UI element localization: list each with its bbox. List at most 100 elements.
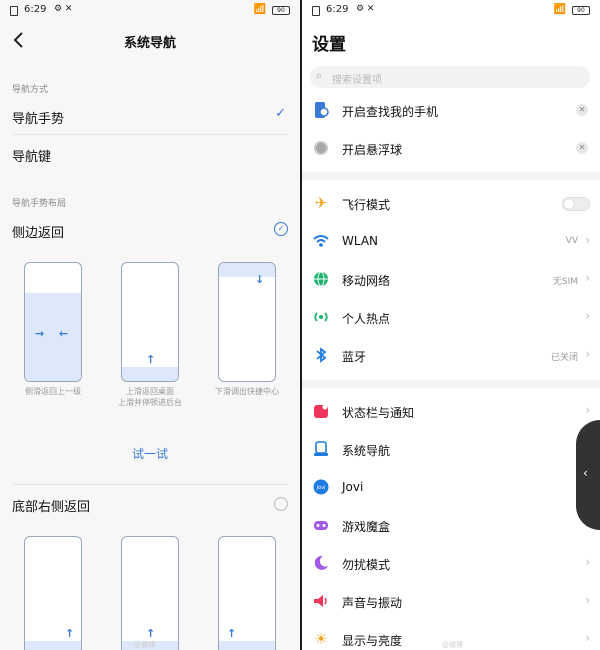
search-input[interactable]: ⌕ 搜索设置项 xyxy=(310,66,590,88)
section-navigation-mode: 导航方式 xyxy=(12,85,49,95)
row-value: 已关闭 xyxy=(550,353,578,363)
page-title: 设置 xyxy=(312,35,346,55)
try-it-button[interactable]: 试一试 xyxy=(0,445,300,462)
arrow-up-icon: ↑ xyxy=(146,627,156,640)
arrow-right-icon: → xyxy=(35,327,45,340)
status-time: 6:29 xyxy=(326,4,349,15)
bluetooth-icon xyxy=(312,346,330,364)
find-phone-icon xyxy=(312,101,330,119)
caption-up: 上滑返回桌面 上滑并停顿进后台 xyxy=(118,387,182,407)
phone-diagram-up: ↑ xyxy=(121,262,179,382)
search-icon: ⌕ xyxy=(316,69,323,82)
caption-side-back: 侧滑返回上一级 xyxy=(25,387,81,396)
row-label: 个人热点 xyxy=(342,312,391,326)
phone-diagram-down: ↓ xyxy=(218,262,276,382)
wifi-status-icon: 📶 xyxy=(553,4,566,15)
search-placeholder: 搜索设置项 xyxy=(332,75,382,86)
divider xyxy=(12,484,288,485)
statusbar-icon xyxy=(312,402,330,420)
row-label: 勿扰模式 xyxy=(342,558,391,572)
divider xyxy=(12,134,288,135)
dismiss-icon[interactable]: ✕ xyxy=(576,142,588,154)
watermark: @微博 xyxy=(134,641,155,649)
suggestion-find-phone[interactable]: 开启查找我的手机 ✕ xyxy=(302,95,600,127)
row-system-navigation[interactable]: 系统导航 › xyxy=(302,434,600,466)
row-label: 移动网络 xyxy=(342,274,391,288)
row-label: Jovi xyxy=(342,480,364,494)
row-bluetooth[interactable]: 蓝牙 已关闭 › xyxy=(302,340,600,372)
chevron-left-icon: ‹ xyxy=(583,466,588,480)
layout-bottom-right-back[interactable]: 底部右侧返回 xyxy=(12,496,90,515)
phone-diagram-bottom-3: ↑ xyxy=(218,536,276,650)
chevron-right-icon: › xyxy=(585,593,590,607)
arrow-left-icon: ← xyxy=(59,327,69,340)
row-label: WLAN xyxy=(342,234,379,248)
airplane-toggle[interactable] xyxy=(562,197,590,211)
header: 系统导航 xyxy=(0,30,300,52)
battery-icon: 90 xyxy=(572,6,590,15)
suggestion-label: 开启查找我的手机 xyxy=(342,105,439,119)
watermark: @微博 xyxy=(442,641,463,649)
row-label: 系统导航 xyxy=(342,444,391,458)
battery-icon: 90 xyxy=(272,6,290,15)
wifi-icon xyxy=(312,232,330,250)
arrow-up-icon: ↑ xyxy=(65,627,75,640)
row-statusbar-notifications[interactable]: 状态栏与通知 › xyxy=(302,396,600,428)
chevron-right-icon: › xyxy=(585,555,590,569)
section-separator xyxy=(302,172,600,180)
airplane-icon: ✈ xyxy=(314,194,328,212)
row-hotspot[interactable]: 个人热点 › xyxy=(302,302,600,334)
edge-back-handle[interactable]: ‹ xyxy=(576,420,600,530)
arrow-down-icon: ↓ xyxy=(255,273,265,286)
section-gesture-layout: 导航手势布局 xyxy=(12,199,67,209)
arrow-up-icon: ↑ xyxy=(227,627,237,640)
chevron-right-icon: › xyxy=(585,309,590,323)
check-icon: ✓ xyxy=(275,106,286,121)
layout-side-back[interactable]: 侧边返回 xyxy=(12,222,64,241)
phone-diagram-side: → ← xyxy=(24,262,82,382)
brightness-icon: ☀ xyxy=(314,630,328,648)
svg-text:Jovi: Jovi xyxy=(316,485,326,491)
game-box-icon xyxy=(312,516,330,534)
chevron-right-icon: › xyxy=(585,271,590,285)
row-game-box[interactable]: 游戏魔盒 › xyxy=(302,510,600,542)
row-airplane-mode[interactable]: ✈ 飞行模式 xyxy=(302,188,600,220)
status-bar: 6:29 ⚙ ✕ 📶 90 xyxy=(10,4,290,18)
tools-icon: ⚙ ✕ xyxy=(54,4,73,14)
chevron-right-icon: › xyxy=(585,347,590,361)
row-value: 无SIM xyxy=(552,277,578,287)
section-separator xyxy=(302,380,600,388)
page-title: 系统导航 xyxy=(123,36,176,51)
suggestion-label: 开启悬浮球 xyxy=(342,143,403,157)
row-label: 声音与振动 xyxy=(342,596,403,610)
sim-icon xyxy=(312,6,320,16)
option-gesture[interactable]: 导航手势 xyxy=(12,108,64,127)
phone-diagram-bottom-1: ↑ xyxy=(24,536,82,650)
tools-icon: ⚙ ✕ xyxy=(356,4,375,14)
phone-diagram-bottom-2: ↑ xyxy=(121,536,179,650)
radio-unchecked-icon[interactable] xyxy=(274,497,288,511)
moon-icon xyxy=(312,554,330,572)
suggestion-float-ball[interactable]: 开启悬浮球 ✕ xyxy=(302,133,600,165)
row-label: 游戏魔盒 xyxy=(342,520,391,534)
sim-icon xyxy=(10,6,18,16)
option-nav-keys[interactable]: 导航键 xyxy=(12,146,51,165)
row-mobile-network[interactable]: 移动网络 无SIM › xyxy=(302,264,600,296)
row-label: 显示与亮度 xyxy=(342,634,403,648)
row-label: 飞行模式 xyxy=(342,198,391,212)
wifi-status-icon: 📶 xyxy=(253,4,266,15)
row-sound-vibration[interactable]: 声音与振动 › xyxy=(302,586,600,618)
dismiss-icon[interactable]: ✕ xyxy=(576,104,588,116)
status-time: 6:29 xyxy=(24,4,47,15)
system-navigation-panel: 6:29 ⚙ ✕ 📶 90 系统导航 导航方式 导航手势 ✓ 导航键 导航手势布… xyxy=(0,0,300,650)
row-wlan[interactable]: WLAN VV › xyxy=(302,226,600,258)
navigation-icon xyxy=(312,440,330,458)
radio-checked-icon[interactable]: ✓ xyxy=(274,222,288,236)
float-ball-icon xyxy=(312,139,330,157)
row-do-not-disturb[interactable]: 勿扰模式 › xyxy=(302,548,600,580)
chevron-right-icon: › xyxy=(585,631,590,645)
jovi-icon: Jovi xyxy=(312,478,330,496)
row-label: 状态栏与通知 xyxy=(342,406,415,420)
row-jovi[interactable]: Jovi Jovi xyxy=(302,472,600,504)
chevron-right-icon: › xyxy=(585,233,590,247)
